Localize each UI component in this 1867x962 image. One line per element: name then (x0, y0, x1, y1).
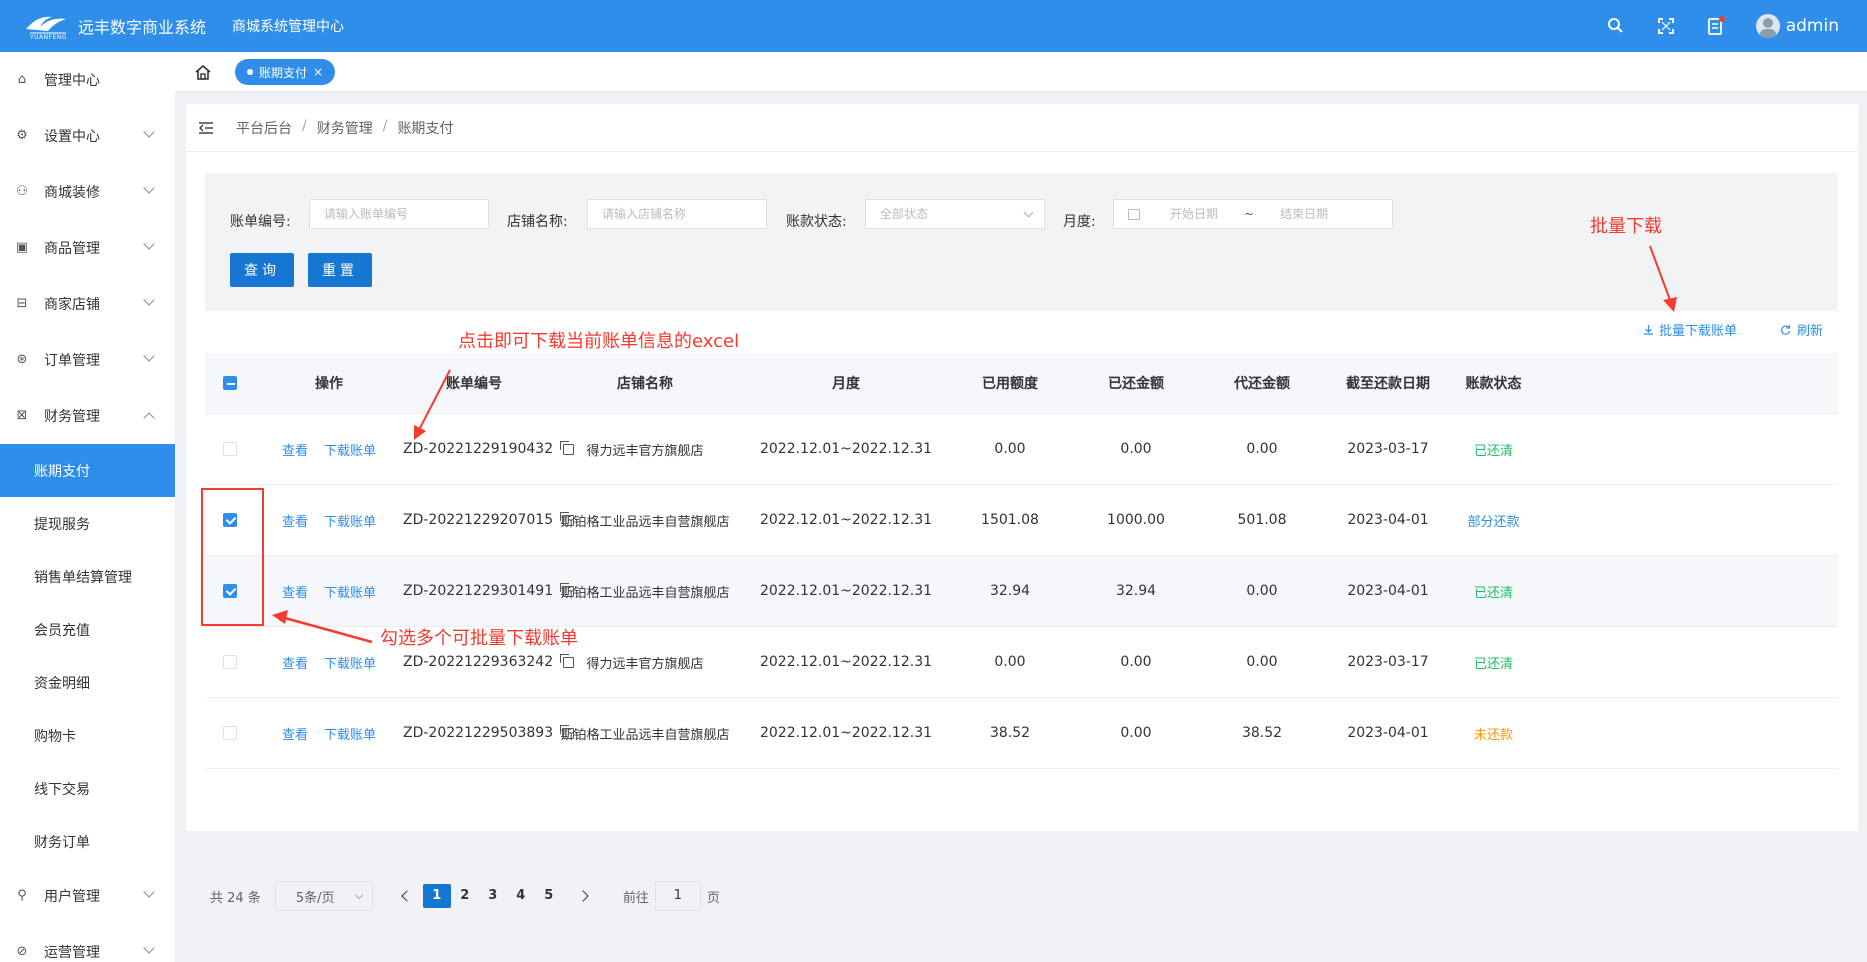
arrow-batch-head (1663, 297, 1677, 312)
arrow-multi (284, 616, 373, 644)
arrow-multi-head (272, 610, 288, 624)
arrow-batch (1649, 245, 1671, 301)
annotation-arrows (272, 245, 1677, 644)
arrow-excel (419, 369, 451, 429)
